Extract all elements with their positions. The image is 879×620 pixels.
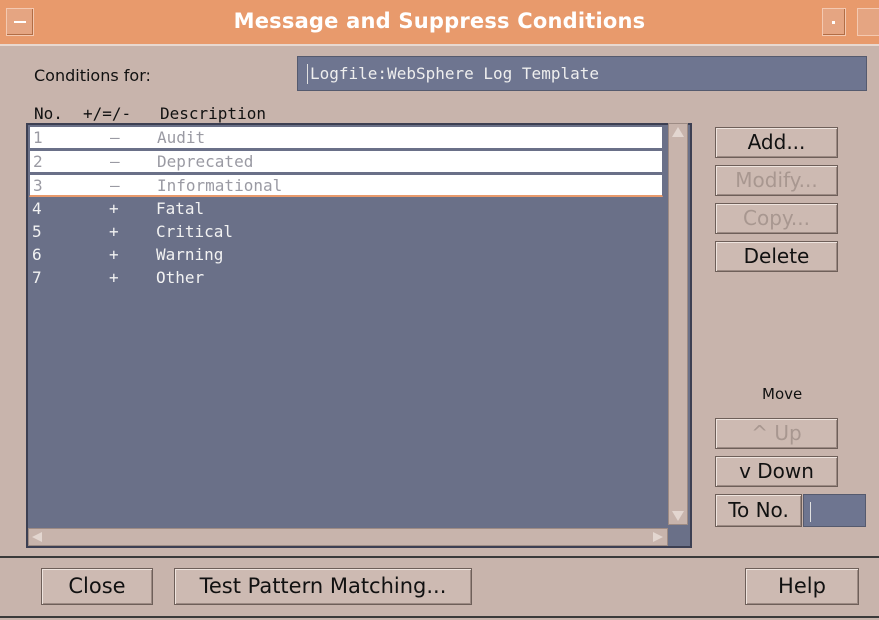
dialog-window: Message and Suppress Conditions Conditio… (0, 0, 879, 620)
move-down-button[interactable]: v Down (715, 456, 838, 487)
scroll-right-arrow-icon[interactable] (653, 532, 663, 542)
close-button[interactable]: Close (41, 568, 153, 605)
list-row[interactable]: 6 + Warning (29, 244, 663, 267)
row-operator: + (109, 245, 119, 264)
minimize-button[interactable] (822, 8, 846, 36)
row-operator: + (109, 222, 119, 241)
row-operator: + (109, 199, 119, 218)
move-up-button[interactable]: ^ Up (715, 418, 838, 449)
row-operator: – (110, 152, 120, 171)
row-number: 4 (32, 199, 42, 218)
column-header-no: No. (34, 104, 63, 123)
conditions-for-field[interactable]: Logfile:WebSphere Log Template (297, 56, 867, 91)
row-description: Other (156, 268, 205, 287)
title-divider (0, 44, 879, 46)
row-description: Audit (157, 128, 206, 147)
move-label: Move (762, 385, 803, 403)
row-number: 6 (32, 245, 42, 264)
horizontal-scrollbar[interactable] (28, 528, 668, 546)
row-operator: – (110, 176, 120, 195)
delete-button[interactable]: Delete (715, 241, 838, 272)
title-bar[interactable]: Message and Suppress Conditions (0, 0, 879, 44)
scroll-left-arrow-icon[interactable] (32, 532, 42, 542)
minimize-icon (832, 21, 835, 24)
button-area-separator (0, 556, 879, 558)
row-description: Informational (157, 176, 283, 195)
move-to-number-button[interactable]: To No. (715, 494, 802, 527)
conditions-for-value: Logfile:WebSphere Log Template (310, 64, 599, 83)
row-description: Critical (156, 222, 234, 241)
scroll-up-arrow-icon[interactable] (672, 127, 684, 137)
list-row[interactable]: 4 + Fatal (29, 198, 663, 221)
row-operator: + (109, 268, 119, 287)
list-row[interactable]: 3 – Informational (29, 174, 663, 197)
row-number: 2 (33, 152, 43, 171)
row-description: Fatal (156, 199, 205, 218)
text-caret (810, 502, 811, 522)
add-button[interactable]: Add... (715, 127, 838, 158)
text-caret (307, 64, 308, 84)
window-bottom-border (0, 616, 879, 618)
scroll-down-arrow-icon[interactable] (672, 511, 684, 521)
list-row[interactable]: 5 + Critical (29, 221, 663, 244)
conditions-for-label: Conditions for: (34, 66, 151, 85)
help-button[interactable]: Help (745, 568, 859, 605)
maximize-button[interactable] (857, 8, 879, 36)
row-number: 5 (32, 222, 42, 241)
window-title: Message and Suppress Conditions (233, 9, 646, 33)
list-row[interactable]: 7 + Other (29, 267, 663, 290)
row-description: Warning (156, 245, 224, 264)
row-operator: – (110, 128, 120, 147)
modify-button[interactable]: Modify... (715, 165, 838, 196)
list-row[interactable]: 1 – Audit (29, 126, 663, 149)
column-header-operator: +/=/- (83, 104, 132, 123)
list-row[interactable]: 2 – Deprecated (29, 150, 663, 173)
row-number: 3 (33, 176, 43, 195)
copy-button[interactable]: Copy... (715, 203, 838, 234)
row-number: 7 (32, 268, 42, 287)
row-description: Deprecated (157, 152, 254, 171)
row-number: 1 (33, 128, 43, 147)
move-to-number-field[interactable] (803, 494, 866, 527)
vertical-scrollbar[interactable] (668, 123, 688, 525)
conditions-list[interactable]: 1 – Audit 2 – Deprecated 3 – Information… (26, 123, 692, 548)
test-pattern-matching-button[interactable]: Test Pattern Matching... (174, 568, 472, 605)
column-header-description: Description (160, 104, 266, 123)
